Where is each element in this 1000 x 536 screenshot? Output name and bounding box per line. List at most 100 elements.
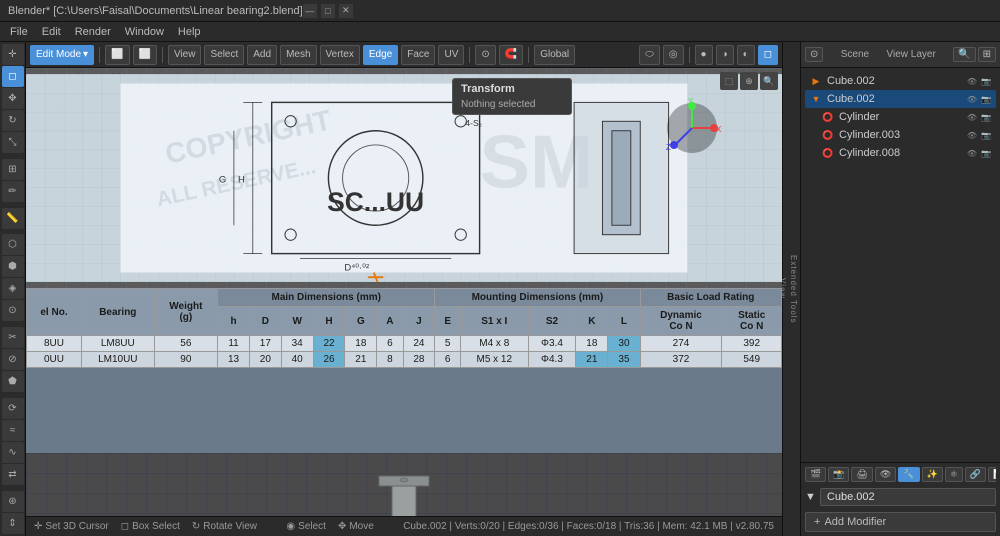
tool-randomize[interactable]: ∿ — [2, 442, 24, 463]
gizmo-btn-2[interactable]: ⊕ — [740, 72, 758, 90]
vp-face-menu[interactable]: Face — [401, 45, 435, 65]
status-rotate: ↻ Rotate View — [192, 521, 257, 532]
scene-item-cylinder[interactable]: ⭕ Cylinder 👁 📷 — [805, 108, 996, 126]
visibility-icon-cyl[interactable]: 👁 — [966, 111, 978, 123]
item-actions-cyl: 👁 📷 — [966, 111, 992, 123]
vp-overlay[interactable]: ⬭ — [639, 45, 660, 65]
minimize-button[interactable]: — — [303, 4, 317, 18]
menu-edit[interactable]: Edit — [36, 25, 67, 39]
table-body: 8UU LM8UU 56 11 17 34 22 18 6 24 5 M4 x … — [27, 336, 782, 368]
menu-window[interactable]: Window — [119, 25, 170, 39]
tool-cursor[interactable]: ✛ — [2, 44, 24, 65]
prop-btn-output[interactable]: 🖨 — [851, 467, 872, 482]
cell-D: 20 — [249, 352, 281, 368]
tool-annotate[interactable]: ✏ — [2, 181, 24, 202]
render-icon-cyl008[interactable]: 📷 — [980, 147, 992, 159]
prop-btn-constraints[interactable]: 🔗 — [965, 467, 986, 482]
menu-file[interactable]: File — [4, 25, 34, 39]
prop-header: ▼ — [805, 486, 996, 508]
vp-view-btn2[interactable]: ⬜ — [133, 45, 157, 65]
render-icon-cyl[interactable]: 📷 — [980, 111, 992, 123]
vp-material-mode[interactable]: ◑ — [716, 45, 734, 65]
vp-add-menu[interactable]: Add — [247, 45, 277, 65]
tool-edge-slide[interactable]: ⇄ — [2, 464, 24, 485]
vp-view-btn[interactable]: ⬜ — [105, 45, 129, 65]
tool-bisect[interactable]: ⊘ — [2, 349, 24, 370]
vp-wireframe-mode[interactable]: ◻ — [758, 45, 778, 65]
tool-bevel[interactable]: ◈ — [2, 278, 24, 299]
tool-knife[interactable]: ✂ — [2, 327, 24, 348]
scene-item-cube002-selected[interactable]: ▼ Cube.002 👁 📷 — [805, 90, 996, 108]
vp-solid-mode[interactable]: ● — [695, 45, 713, 65]
add-modifier-button[interactable]: + Add Modifier — [805, 512, 996, 532]
tool-transform[interactable]: ⊞ — [2, 159, 24, 180]
separator-4 — [528, 47, 529, 63]
vp-edge-menu[interactable]: Edge — [363, 45, 398, 65]
vp-global[interactable]: Global — [534, 45, 575, 65]
render-icon[interactable]: 📷 — [980, 75, 992, 87]
visibility-icon-cyl003[interactable]: 👁 — [966, 129, 978, 141]
visibility-icon-cyl008[interactable]: 👁 — [966, 147, 978, 159]
viewport-area[interactable]: Front Orthographic (o).cube.002 — [26, 68, 782, 516]
vp-proportional[interactable]: ⊙ — [475, 45, 495, 65]
vp-xray[interactable]: ◎ — [663, 45, 684, 65]
rt-filter-options-btn[interactable]: ⊞ — [978, 47, 996, 62]
tool-poly[interactable]: ⬟ — [2, 371, 24, 392]
model-view[interactable] — [26, 453, 782, 516]
cell-L: 35 — [608, 352, 640, 368]
tool-loop[interactable]: ⊙ — [2, 300, 24, 321]
prop-object-icon: ▼ — [805, 491, 816, 503]
scene-item-cube002-top[interactable]: ▶ Cube.002 👁 📷 — [805, 72, 996, 90]
visibility-icon[interactable]: 👁 — [966, 75, 978, 87]
vp-select-menu[interactable]: Select — [204, 45, 244, 65]
prop-btn-scene[interactable]: 🎬 — [805, 467, 826, 482]
vp-view-menu[interactable]: View — [168, 45, 202, 65]
tool-scale[interactable]: ⤡ — [2, 132, 24, 153]
title-text: Blender* [C:\Users\Faisal\Documents\Line… — [8, 5, 303, 17]
right-panel-toolbar: ⊙ Scene View Layer 🔍 ⊞ — [801, 42, 1000, 68]
left-toolbar: ✛ ◻ ✥ ↻ ⤡ ⊞ ✏ 📏 ⬡ ⬢ ◈ ⊙ ✂ ⊘ ⬟ ⟳ ≈ ∿ ⇄ ⊛ … — [0, 42, 26, 536]
rt-filter-btn[interactable]: ⊙ — [805, 47, 823, 62]
menu-help[interactable]: Help — [172, 25, 207, 39]
col-bearing: Bearing — [82, 289, 155, 336]
render-icon-selected[interactable]: 📷 — [980, 93, 992, 105]
vp-uv-menu[interactable]: UV — [438, 45, 464, 65]
tool-smooth[interactable]: ≈ — [2, 420, 24, 441]
col-mounting-dims: Mounting Dimensions (mm) — [435, 289, 640, 307]
tool-rotate[interactable]: ↻ — [2, 110, 24, 131]
tool-move[interactable]: ✥ — [2, 88, 24, 109]
scene-item-cylinder008[interactable]: ⭕ Cylinder.008 👁 📷 — [805, 144, 996, 162]
tool-measure[interactable]: 📏 — [2, 208, 24, 229]
gizmo-btn-1[interactable]: ⬚ — [720, 72, 738, 90]
vp-render-mode[interactable]: ◐ — [737, 45, 755, 65]
menu-render[interactable]: Render — [69, 25, 117, 39]
vp-vertex-menu[interactable]: Vertex — [320, 45, 360, 65]
cell-J: 28 — [403, 352, 435, 368]
prop-btn-physics[interactable]: ⚛ — [945, 467, 963, 482]
rt-search-btn[interactable]: 🔍 — [953, 47, 975, 62]
maximize-button[interactable]: □ — [321, 4, 335, 18]
prop-btn-data[interactable]: 📊 — [988, 467, 996, 482]
scene-item-cylinder003[interactable]: ⭕ Cylinder.003 👁 📷 — [805, 126, 996, 144]
tool-push-pull[interactable]: ⇕ — [2, 513, 24, 534]
close-button[interactable]: ✕ — [339, 4, 353, 18]
viewport: Edit Mode ▾ ⬜ ⬜ View Select Add Mesh Ver… — [26, 42, 782, 536]
prop-btn-particles[interactable]: ✨ — [922, 467, 943, 482]
prop-btn-modifier[interactable]: 🔧 — [898, 467, 919, 482]
gizmo-btn-3[interactable]: 🔍 — [760, 72, 778, 90]
render-icon-cyl003[interactable]: 📷 — [980, 129, 992, 141]
prop-btn-render[interactable]: 📸 — [828, 467, 849, 482]
tool-select[interactable]: ◻ — [2, 66, 24, 87]
tool-inset[interactable]: ⬢ — [2, 256, 24, 277]
tool-spin[interactable]: ⟳ — [2, 398, 24, 419]
cell-model-no: 8UU — [27, 336, 82, 352]
visibility-icon-selected[interactable]: 👁 — [966, 93, 978, 105]
tool-extrude[interactable]: ⬡ — [2, 234, 24, 255]
prop-object-name[interactable] — [820, 488, 996, 506]
prop-btn-view[interactable]: 👁 — [875, 467, 896, 482]
vp-mesh-menu[interactable]: Mesh — [280, 45, 316, 65]
tool-shrink[interactable]: ⊛ — [2, 491, 24, 512]
vp-snap[interactable]: 🧲 — [499, 45, 523, 65]
view-top[interactable]: Front Orthographic (o).cube.002 — [26, 68, 782, 288]
mode-selector[interactable]: Edit Mode ▾ — [30, 45, 94, 65]
